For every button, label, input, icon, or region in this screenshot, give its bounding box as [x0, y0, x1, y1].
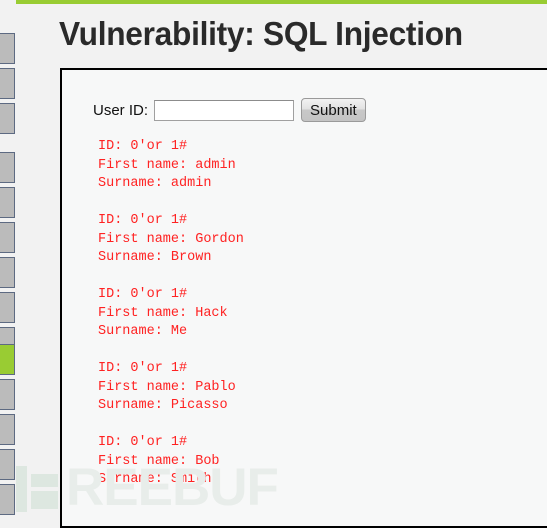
submit-button[interactable]: Submit — [301, 98, 366, 122]
sidebar-nav-item-7[interactable] — [0, 257, 15, 288]
result-first-name-line: First name: Gordon — [98, 231, 244, 247]
result-first-name-line: First name: Hack — [98, 305, 228, 321]
result-record: ID: 0'or 1# First name: Hack Surname: Me — [98, 286, 244, 342]
query-results: ID: 0'or 1# First name: admin Surname: adm… — [98, 138, 244, 508]
freebuf-logo-icon — [14, 464, 62, 512]
sidebar-nav-item-4[interactable] — [0, 152, 15, 183]
user-id-label: User ID: — [93, 101, 149, 119]
user-id-form: User ID: Submit — [93, 98, 366, 122]
page-title: Vulnerability: SQL Injection — [59, 15, 463, 52]
result-id-line: ID: 0'or 1# — [98, 213, 188, 228]
result-surname-line: Surname: Smith — [98, 472, 212, 487]
result-record: ID: 0'or 1# First name: Gordon Surname: Br… — [98, 212, 244, 268]
sidebar-nav-item-11[interactable] — [0, 379, 15, 410]
sidebar-nav-item-2[interactable] — [0, 68, 15, 99]
sidebar-nav-item-8[interactable] — [0, 292, 15, 323]
result-id-line: ID: 0'or 1# — [98, 287, 188, 302]
sidebar-nav-item-13[interactable] — [0, 449, 15, 480]
sidebar-nav — [0, 0, 16, 515]
top-accent-bar — [0, 0, 547, 4]
sidebar-nav-item-3[interactable] — [0, 103, 15, 134]
user-id-input[interactable] — [154, 99, 295, 121]
result-id-line: ID: 0'or 1# — [98, 435, 188, 450]
result-first-name-line: First name: admin — [98, 157, 236, 173]
result-surname-line: Surname: Me — [98, 324, 188, 339]
result-id-line: ID: 0'or 1# — [98, 361, 188, 376]
sidebar-nav-item-14[interactable] — [0, 484, 15, 515]
result-id-line: ID: 0'or 1# — [98, 139, 188, 154]
sidebar-nav-item-12[interactable] — [0, 414, 15, 445]
result-surname-line: Surname: Brown — [98, 250, 212, 265]
sidebar-nav-item-1[interactable] — [0, 33, 15, 64]
result-surname-line: Surname: Picasso — [98, 398, 228, 413]
sidebar-nav-item-5[interactable] — [0, 187, 15, 218]
sidebar-nav-item-10[interactable] — [0, 344, 15, 375]
result-first-name-line: First name: Bob — [98, 453, 220, 469]
result-record: ID: 0'or 1# First name: admin Surname: adm… — [98, 138, 244, 194]
content-panel: User ID: Submit ID: 0'or 1# First name: a… — [60, 68, 547, 528]
sidebar-nav-item-6[interactable] — [0, 222, 15, 253]
result-first-name-line: First name: Pablo — [98, 379, 236, 395]
result-record: ID: 0'or 1# First name: Bob Surname: Smith — [98, 434, 244, 490]
result-record: ID: 0'or 1# First name: Pablo Surname: Pic… — [98, 360, 244, 416]
result-surname-line: Surname: admin — [98, 176, 212, 191]
